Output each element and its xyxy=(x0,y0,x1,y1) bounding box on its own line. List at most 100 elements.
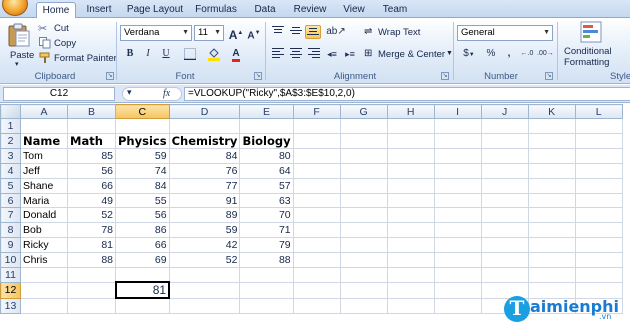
cell[interactable] xyxy=(527,252,576,269)
cell[interactable] xyxy=(433,267,482,283)
row-header[interactable]: 7 xyxy=(0,207,21,224)
cell[interactable] xyxy=(574,222,623,239)
row-header[interactable]: 12 xyxy=(0,281,21,299)
column-header[interactable]: L xyxy=(574,104,623,119)
cell[interactable] xyxy=(168,281,241,299)
cell[interactable] xyxy=(386,118,435,134)
score-cell[interactable]: 79 xyxy=(239,237,294,254)
cell[interactable] xyxy=(339,222,388,239)
score-cell[interactable]: 52 xyxy=(168,252,241,269)
cell[interactable] xyxy=(480,237,529,254)
header-cell[interactable]: Physics xyxy=(115,132,170,149)
tab-formulas[interactable]: Formulas xyxy=(192,2,240,18)
cell[interactable] xyxy=(115,297,170,314)
score-cell[interactable]: 70 xyxy=(239,207,294,224)
column-header[interactable]: H xyxy=(386,104,435,119)
score-cell[interactable]: 57 xyxy=(239,177,294,194)
cell[interactable] xyxy=(339,252,388,269)
cell[interactable] xyxy=(292,237,341,254)
currency-button[interactable]: $▼ xyxy=(459,47,479,61)
align-middle-button[interactable] xyxy=(288,25,304,39)
active-cell-result[interactable]: 81 xyxy=(114,281,171,300)
cell[interactable] xyxy=(386,281,435,299)
decrease-decimal-button[interactable]: .00→ xyxy=(537,47,554,61)
wrap-text-button[interactable]: ⇌ Wrap Text xyxy=(364,26,454,40)
conditional-formatting-button[interactable]: Conditional Formatting xyxy=(562,21,622,69)
cell[interactable] xyxy=(339,192,388,209)
cell[interactable] xyxy=(480,147,529,164)
column-header[interactable]: E xyxy=(239,104,294,119)
column-header[interactable]: C xyxy=(115,104,170,119)
formula-input[interactable]: =VLOOKUP("Ricky",$A$3:$E$10,2,0) xyxy=(184,87,630,101)
cell[interactable] xyxy=(574,177,623,194)
cell[interactable] xyxy=(339,177,388,194)
cell[interactable] xyxy=(339,237,388,254)
office-button[interactable] xyxy=(2,0,28,16)
cell[interactable] xyxy=(292,267,341,283)
cell[interactable] xyxy=(339,162,388,179)
cell[interactable] xyxy=(433,297,482,314)
cell[interactable] xyxy=(339,267,388,283)
score-cell[interactable]: 69 xyxy=(115,252,170,269)
font-size-select[interactable]: 11 ▼ xyxy=(194,25,224,41)
row-header[interactable]: 13 xyxy=(0,297,21,314)
cell[interactable] xyxy=(527,222,576,239)
cell[interactable] xyxy=(386,207,435,224)
cell[interactable] xyxy=(433,162,482,179)
column-header[interactable]: G xyxy=(339,104,388,119)
cell[interactable] xyxy=(239,267,294,283)
score-cell[interactable]: 52 xyxy=(67,207,116,224)
cell[interactable] xyxy=(339,281,388,299)
number-format-select[interactable]: General ▼ xyxy=(457,25,553,41)
cell[interactable] xyxy=(433,281,482,299)
row-header[interactable]: 10 xyxy=(0,252,21,269)
row-header[interactable]: 5 xyxy=(0,177,21,194)
cell[interactable] xyxy=(386,252,435,269)
row-header[interactable]: 4 xyxy=(0,162,21,179)
grow-font-button[interactable]: A▲ xyxy=(228,26,244,42)
cell[interactable] xyxy=(339,118,388,134)
cell[interactable] xyxy=(527,207,576,224)
cell[interactable] xyxy=(574,267,623,283)
align-top-button[interactable] xyxy=(270,25,286,39)
tab-home[interactable]: Home xyxy=(36,2,76,19)
cell[interactable] xyxy=(433,192,482,209)
bold-button[interactable]: B xyxy=(122,47,138,61)
name-cell[interactable]: Shane xyxy=(20,177,68,194)
cell[interactable] xyxy=(292,132,341,149)
cell[interactable] xyxy=(292,177,341,194)
comma-button[interactable]: , xyxy=(501,47,517,61)
worksheet-grid[interactable]: A B C D E F G H I J K L 1 2 Name Math Physic… xyxy=(0,104,630,328)
cell[interactable] xyxy=(168,267,241,283)
format-painter-button[interactable]: Format Painter xyxy=(38,52,117,65)
cell[interactable] xyxy=(574,237,623,254)
header-cell[interactable]: Biology xyxy=(239,132,294,149)
cell[interactable] xyxy=(433,222,482,239)
cell[interactable] xyxy=(433,207,482,224)
cell[interactable] xyxy=(292,222,341,239)
row-header[interactable]: 6 xyxy=(0,192,21,209)
align-right-button[interactable] xyxy=(306,47,322,61)
name-cell[interactable]: Ricky xyxy=(20,237,68,254)
italic-button[interactable]: I xyxy=(140,47,156,61)
cell[interactable] xyxy=(386,162,435,179)
score-cell[interactable]: 55 xyxy=(115,192,170,209)
name-cell[interactable]: Maria xyxy=(20,192,68,209)
cell[interactable] xyxy=(339,147,388,164)
cell[interactable] xyxy=(339,297,388,314)
cell[interactable] xyxy=(292,207,341,224)
cell[interactable] xyxy=(67,297,116,314)
score-cell[interactable]: 77 xyxy=(168,177,241,194)
row-header[interactable]: 3 xyxy=(0,147,21,164)
tab-view[interactable]: View xyxy=(338,2,370,18)
cell[interactable] xyxy=(574,147,623,164)
cell[interactable] xyxy=(292,252,341,269)
name-cell[interactable]: Jeff xyxy=(20,162,68,179)
tab-review[interactable]: Review xyxy=(290,2,330,18)
score-cell[interactable]: 74 xyxy=(115,162,170,179)
row-header[interactable]: 8 xyxy=(0,222,21,239)
cell[interactable] xyxy=(527,267,576,283)
cell[interactable] xyxy=(480,192,529,209)
column-header[interactable]: K xyxy=(527,104,576,119)
cell[interactable] xyxy=(386,177,435,194)
